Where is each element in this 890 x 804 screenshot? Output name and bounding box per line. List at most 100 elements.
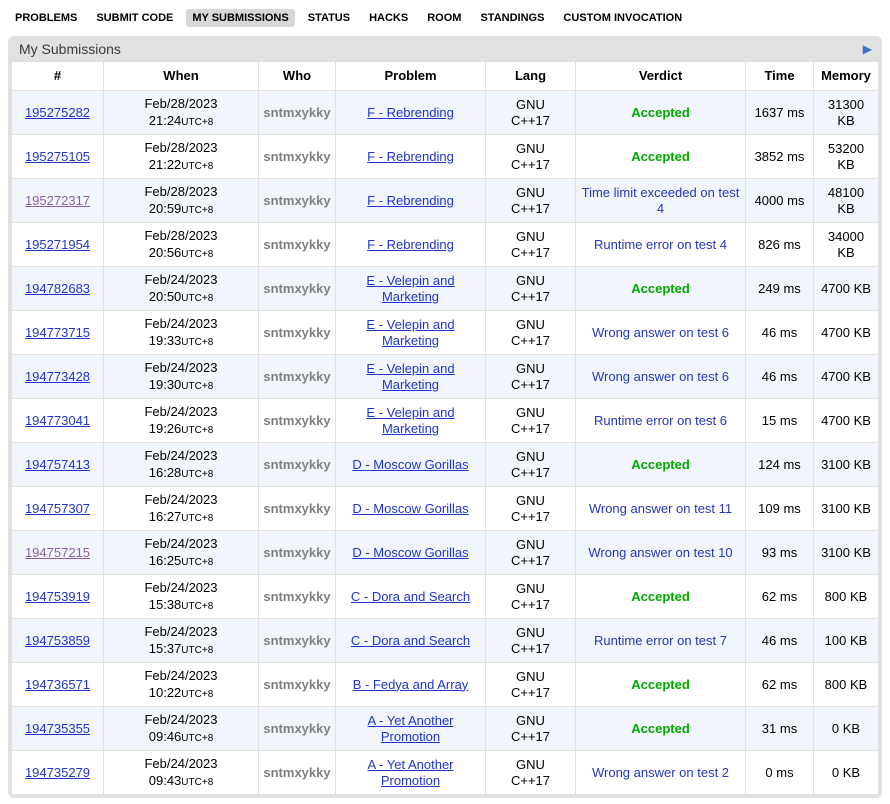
problem-link[interactable]: E - Velepin and Marketing [366,405,454,436]
problem-link[interactable]: F - Rebrending [367,237,454,252]
submission-row: 195271954Feb/28/202320:56UTC+8sntmxykkyF… [12,223,879,267]
problem-link[interactable]: A - Yet Another Promotion [367,713,453,744]
nav-tab-problems[interactable]: PROBLEMS [9,9,83,27]
submission-id-cell: 194782683 [12,267,104,311]
user-link[interactable]: sntmxykky [263,589,330,604]
submission-id-cell: 194757307 [12,487,104,531]
user-link[interactable]: sntmxykky [263,765,330,780]
who-cell: sntmxykky [259,399,336,443]
exec-time-cell: 1637 ms [746,91,814,135]
problem-link[interactable]: D - Moscow Gorillas [352,457,468,472]
submission-id-link[interactable]: 194757215 [25,545,90,560]
verdict-text: Wrong answer on test 6 [592,325,729,340]
user-link[interactable]: sntmxykky [263,237,330,252]
submission-id-link[interactable]: 194753859 [25,633,90,648]
user-link[interactable]: sntmxykky [263,281,330,296]
submission-id-link[interactable]: 194782683 [25,281,90,296]
when-cell: Feb/24/202309:46UTC+8 [104,707,259,751]
col-header-problem: Problem [336,62,486,91]
user-link[interactable]: sntmxykky [263,501,330,516]
submission-row: 195275282Feb/28/202321:24UTC+8sntmxykkyF… [12,91,879,135]
submission-id-link[interactable]: 195275282 [25,105,90,120]
user-link[interactable]: sntmxykky [263,633,330,648]
user-link[interactable]: sntmxykky [263,325,330,340]
memory-cell: 800 KB [814,663,879,707]
who-cell: sntmxykky [259,531,336,575]
problem-link[interactable]: D - Moscow Gorillas [352,545,468,560]
submission-id-link[interactable]: 194736571 [25,677,90,692]
problem-link[interactable]: E - Velepin and Marketing [366,317,454,348]
nav-tab-standings[interactable]: STANDINGS [474,9,550,27]
user-link[interactable]: sntmxykky [263,457,330,472]
time-text: 10:22UTC+8 [108,685,254,702]
nav-tab-custom-invocation[interactable]: CUSTOM INVOCATION [557,9,688,27]
date-text: Feb/24/2023 [108,492,254,508]
time-text: 19:33UTC+8 [108,333,254,350]
user-link[interactable]: sntmxykky [263,721,330,736]
submission-id-link[interactable]: 194757307 [25,501,90,516]
submission-id-link[interactable]: 194773041 [25,413,90,428]
problem-link[interactable]: F - Rebrending [367,105,454,120]
submission-id-link[interactable]: 194753919 [25,589,90,604]
nav-tab-hacks[interactable]: HACKS [363,9,414,27]
problem-link[interactable]: F - Rebrending [367,149,454,164]
problem-link[interactable]: F - Rebrending [367,193,454,208]
problem-cell: C - Dora and Search [336,619,486,663]
problem-cell: F - Rebrending [336,91,486,135]
submission-row: 194757307Feb/24/202316:27UTC+8sntmxykkyD… [12,487,879,531]
nav-tab-submit-code[interactable]: SUBMIT CODE [90,9,179,27]
problem-link[interactable]: C - Dora and Search [351,589,470,604]
submission-row: 194757215Feb/24/202316:25UTC+8sntmxykkyD… [12,531,879,575]
lang-text: GNU C++17 [507,625,555,658]
lang-cell: GNU C++17 [486,751,576,795]
verdict-cell: Accepted [576,707,746,751]
submission-id-link[interactable]: 194773715 [25,325,90,340]
problem-link[interactable]: B - Fedya and Array [353,677,469,692]
problem-link[interactable]: E - Velepin and Marketing [366,273,454,304]
verdict-cell: Accepted [576,575,746,619]
submission-id-link[interactable]: 195275105 [25,149,90,164]
nav-tab-status[interactable]: STATUS [302,9,356,27]
lang-text: GNU C++17 [507,317,555,350]
nav-tab-room[interactable]: ROOM [421,9,467,27]
problem-link[interactable]: D - Moscow Gorillas [352,501,468,516]
expand-arrow-icon[interactable]: ▶ [863,43,872,55]
nav-tab-my-submissions[interactable]: MY SUBMISSIONS [186,9,294,27]
problem-link[interactable]: A - Yet Another Promotion [367,757,453,788]
lang-text: GNU C++17 [507,185,555,218]
submission-id-link[interactable]: 194735355 [25,721,90,736]
user-link[interactable]: sntmxykky [263,193,330,208]
user-link[interactable]: sntmxykky [263,545,330,560]
time-text: 20:50UTC+8 [108,289,254,306]
exec-time-cell: 4000 ms [746,179,814,223]
submission-id-link[interactable]: 194757413 [25,457,90,472]
user-link[interactable]: sntmxykky [263,369,330,384]
problem-link[interactable]: E - Velepin and Marketing [366,361,454,392]
exec-time-cell: 31 ms [746,707,814,751]
submission-id-link[interactable]: 194735279 [25,765,90,780]
lang-cell: GNU C++17 [486,91,576,135]
submission-id-link[interactable]: 195271954 [25,237,90,252]
user-link[interactable]: sntmxykky [263,677,330,692]
submission-id-link[interactable]: 194773428 [25,369,90,384]
exec-time-cell: 46 ms [746,355,814,399]
problem-cell: E - Velepin and Marketing [336,267,486,311]
user-link[interactable]: sntmxykky [263,149,330,164]
user-link[interactable]: sntmxykky [263,413,330,428]
submissions-body: 195275282Feb/28/202321:24UTC+8sntmxykkyF… [12,91,879,795]
problem-cell: F - Rebrending [336,179,486,223]
lang-cell: GNU C++17 [486,399,576,443]
verdict-text: Wrong answer on test 2 [592,765,729,780]
exec-time-cell: 826 ms [746,223,814,267]
submission-row: 195272317Feb/28/202320:59UTC+8sntmxykkyF… [12,179,879,223]
submission-id-link[interactable]: 195272317 [25,193,90,208]
problem-link[interactable]: C - Dora and Search [351,633,470,648]
when-cell: Feb/24/202315:37UTC+8 [104,619,259,663]
memory-cell: 3100 KB [814,487,879,531]
user-link[interactable]: sntmxykky [263,105,330,120]
timezone-text: UTC+8 [181,337,213,348]
submission-id-cell: 194753919 [12,575,104,619]
who-cell: sntmxykky [259,575,336,619]
submission-row: 194757413Feb/24/202316:28UTC+8sntmxykkyD… [12,443,879,487]
lang-cell: GNU C++17 [486,355,576,399]
